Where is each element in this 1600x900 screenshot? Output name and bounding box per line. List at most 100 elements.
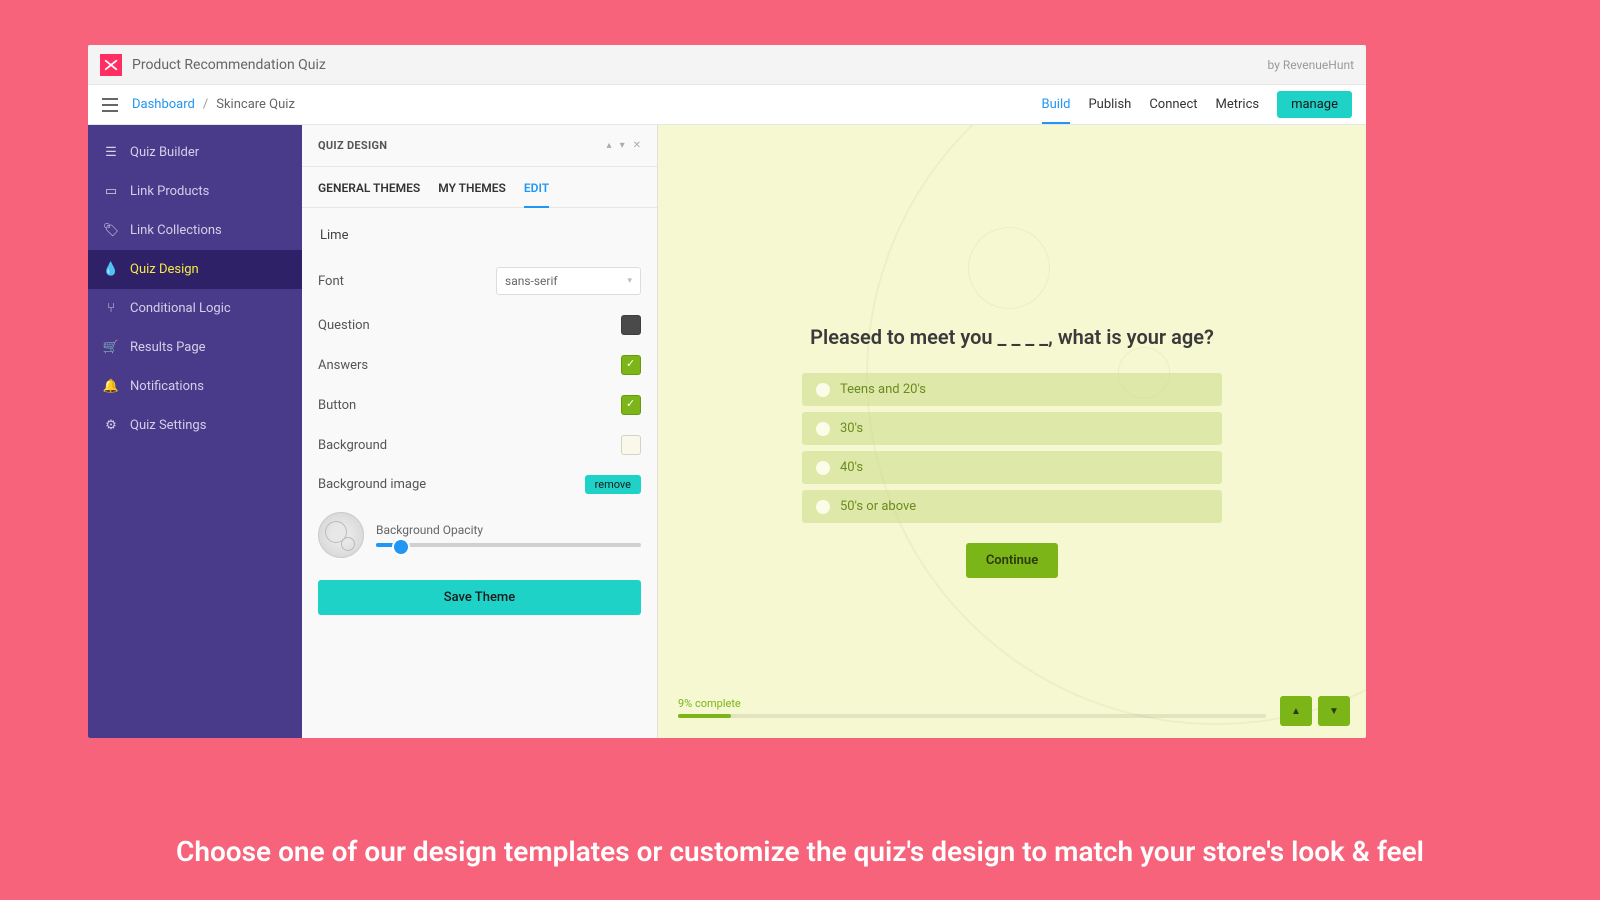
app-frame: Product Recommendation Quiz by RevenueHu… xyxy=(88,45,1366,738)
collapse-down-icon[interactable]: ▾ xyxy=(620,140,625,151)
panel-header: QUIZ DESIGN ▴ ▾ ✕ xyxy=(302,125,657,166)
bell-icon: 🔔 xyxy=(104,380,118,394)
top-tabs: Build Publish Connect Metrics manage xyxy=(1042,87,1352,122)
droplet-icon: 💧 xyxy=(104,263,118,277)
sidebar-item-label: Link Collections xyxy=(130,223,222,238)
bg-opacity-row: Background Opacity xyxy=(318,504,641,574)
design-panel: QUIZ DESIGN ▴ ▾ ✕ GENERAL THEMES MY THEM… xyxy=(302,125,658,738)
answer-option[interactable]: 40's xyxy=(802,451,1222,484)
sidebar-item-results-page[interactable]: 🛒 Results Page xyxy=(88,328,302,367)
package-icon: ▭ xyxy=(104,185,118,199)
radio-icon xyxy=(816,383,830,397)
row-button: Button xyxy=(318,385,641,425)
opacity-group: Background Opacity xyxy=(376,523,641,547)
main: ☰ Quiz Builder ▭ Link Products 🏷 Link Co… xyxy=(88,125,1366,738)
sidebar-item-label: Notifications xyxy=(130,379,204,394)
answer-label: 30's xyxy=(840,421,863,436)
preview-pane: Pleased to meet you _ _ _ _, what is you… xyxy=(658,125,1366,738)
tab-build[interactable]: Build xyxy=(1042,87,1071,122)
close-icon[interactable]: ✕ xyxy=(633,140,641,151)
answers-color-swatch[interactable] xyxy=(621,355,641,375)
panel-controls: ▴ ▾ ✕ xyxy=(607,140,641,151)
answer-option[interactable]: Teens and 20's xyxy=(802,373,1222,406)
radio-icon xyxy=(816,422,830,436)
row-background: Background xyxy=(318,425,641,465)
tab-connect[interactable]: Connect xyxy=(1149,87,1197,122)
progress-fill xyxy=(678,714,731,718)
sidebar-item-link-collections[interactable]: 🏷 Link Collections xyxy=(88,211,302,250)
list-icon: ☰ xyxy=(104,146,118,160)
sidebar-item-label: Quiz Design xyxy=(130,262,199,277)
breadcrumb: Dashboard / Skincare Quiz xyxy=(102,97,295,112)
background-color-label: Background xyxy=(318,438,387,453)
question-color-swatch[interactable] xyxy=(621,315,641,335)
collapse-up-icon[interactable]: ▴ xyxy=(607,140,612,151)
dtab-edit[interactable]: EDIT xyxy=(524,181,549,207)
topbar-left: Product Recommendation Quiz xyxy=(100,54,326,76)
font-label: Font xyxy=(318,274,344,289)
tag-icon: 🏷 xyxy=(104,224,118,238)
sidebar-item-quiz-design[interactable]: 💧 Quiz Design xyxy=(88,250,302,289)
opacity-slider[interactable] xyxy=(376,543,641,547)
font-select[interactable]: sans-serif ▾ xyxy=(496,267,641,295)
topbar: Product Recommendation Quiz by RevenueHu… xyxy=(88,45,1366,85)
question-color-label: Question xyxy=(318,318,370,333)
answers-color-label: Answers xyxy=(318,358,368,373)
row-bgimage: Background image remove xyxy=(318,465,641,504)
sidebar-item-label: Results Page xyxy=(130,340,206,355)
progress-track xyxy=(678,714,1266,718)
logo-icon xyxy=(104,58,118,72)
sidebar-item-quiz-settings[interactable]: ⚙ Quiz Settings xyxy=(88,406,302,445)
branch-icon: ⑂ xyxy=(104,302,118,316)
sidebar-item-quiz-builder[interactable]: ☰ Quiz Builder xyxy=(88,133,302,172)
theme-name: Lime xyxy=(318,220,641,257)
app-logo xyxy=(100,54,122,76)
dtab-general-themes[interactable]: GENERAL THEMES xyxy=(318,181,420,207)
tab-metrics[interactable]: Metrics xyxy=(1216,87,1260,122)
answer-option[interactable]: 30's xyxy=(802,412,1222,445)
preview-answers: Teens and 20's 30's 40's 50's or above xyxy=(802,373,1222,523)
gear-icon: ⚙ xyxy=(104,419,118,433)
app-title: Product Recommendation Quiz xyxy=(132,57,326,73)
breadcrumb-sep: / xyxy=(203,97,208,112)
panel-body: Lime Font sans-serif ▾ Question Answers xyxy=(302,208,657,738)
row-font: Font sans-serif ▾ xyxy=(318,257,641,305)
marketing-caption: Choose one of our design templates or cu… xyxy=(0,835,1600,868)
manage-button[interactable]: manage xyxy=(1277,91,1352,118)
button-color-swatch[interactable] xyxy=(621,395,641,415)
continue-button[interactable]: Continue xyxy=(966,543,1058,578)
nav-down-button[interactable]: ▼ xyxy=(1318,696,1350,726)
preview-question: Pleased to meet you _ _ _ _, what is you… xyxy=(810,325,1214,349)
menu-icon[interactable] xyxy=(102,98,118,112)
sidebar-item-notifications[interactable]: 🔔 Notifications xyxy=(88,367,302,406)
radio-icon xyxy=(816,461,830,475)
chevron-down-icon: ▾ xyxy=(627,276,632,286)
byline: by RevenueHunt xyxy=(1268,58,1354,72)
answer-label: 50's or above xyxy=(840,499,916,514)
panel-title: QUIZ DESIGN xyxy=(318,139,387,152)
answer-option[interactable]: 50's or above xyxy=(802,490,1222,523)
bgimage-thumbnail[interactable] xyxy=(318,512,364,558)
sidebar-item-link-products[interactable]: ▭ Link Products xyxy=(88,172,302,211)
preview-content: Pleased to meet you _ _ _ _, what is you… xyxy=(658,125,1366,578)
answer-label: Teens and 20's xyxy=(840,382,926,397)
breadcrumb-current: Skincare Quiz xyxy=(216,97,295,112)
button-color-label: Button xyxy=(318,398,356,413)
answer-label: 40's xyxy=(840,460,863,475)
nav-up-button[interactable]: ▲ xyxy=(1280,696,1312,726)
progress-bar: 9% complete xyxy=(678,697,1266,718)
breadcrumb-root[interactable]: Dashboard xyxy=(132,97,195,112)
tab-publish[interactable]: Publish xyxy=(1088,87,1131,122)
row-question: Question xyxy=(318,305,641,345)
background-color-swatch[interactable] xyxy=(621,435,641,455)
radio-icon xyxy=(816,500,830,514)
sidebar-item-label: Conditional Logic xyxy=(130,301,231,316)
secondbar: Dashboard / Skincare Quiz Build Publish … xyxy=(88,85,1366,125)
design-tabs: GENERAL THEMES MY THEMES EDIT xyxy=(302,167,657,208)
row-answers: Answers xyxy=(318,345,641,385)
sidebar-item-conditional-logic[interactable]: ⑂ Conditional Logic xyxy=(88,289,302,328)
dtab-my-themes[interactable]: MY THEMES xyxy=(438,181,506,207)
remove-bgimage-button[interactable]: remove xyxy=(585,475,641,494)
save-theme-button[interactable]: Save Theme xyxy=(318,580,641,615)
nav-arrows: ▲ ▼ xyxy=(1280,696,1350,726)
